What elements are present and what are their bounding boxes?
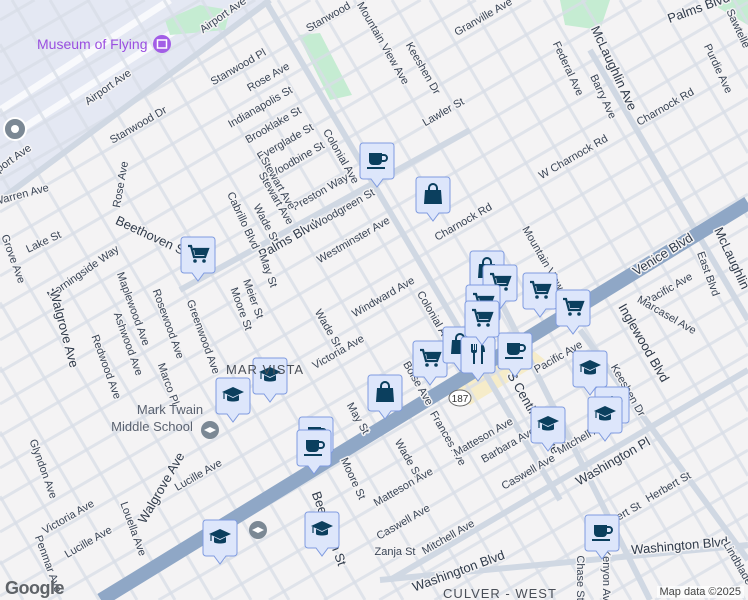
bag-marker[interactable]	[367, 374, 403, 420]
school-marker[interactable]	[215, 377, 251, 423]
map-data-credit[interactable]: Map data ©2025	[656, 586, 744, 598]
school-marker[interactable]	[202, 519, 238, 565]
coffee-marker[interactable]	[359, 142, 395, 188]
street-label: Lucille Ave	[63, 524, 114, 561]
map-base-layer: Airport AveAirport AveStanwood DrStanwoo…	[0, 0, 748, 600]
cart-marker[interactable]	[464, 300, 500, 346]
street-label: Granville Ave	[453, 0, 515, 39]
google-logo[interactable]: Google	[5, 578, 65, 599]
cart-marker[interactable]	[555, 289, 591, 335]
school-marker[interactable]	[530, 406, 566, 452]
school-marker[interactable]	[252, 357, 288, 403]
coffee-marker[interactable]	[296, 429, 332, 475]
cart-marker[interactable]	[522, 272, 558, 318]
street-label: East Blvd	[694, 250, 721, 298]
coffee-marker[interactable]	[497, 332, 533, 378]
street-label: Stanwood	[304, 0, 352, 35]
street-label: Marco Pl	[155, 362, 181, 407]
school-marker[interactable]	[304, 511, 340, 557]
coffee-marker[interactable]	[584, 514, 620, 560]
street-label: Palms Blvd	[665, 0, 731, 26]
bag-marker[interactable]	[415, 176, 451, 222]
school-marker[interactable]	[587, 396, 623, 442]
street-label: Zanja St	[375, 546, 416, 558]
map-canvas[interactable]: Airport Ave Airport Ave Stanwood Dr Stanwoo…	[0, 0, 748, 600]
street-label: Keeshen Dr	[403, 40, 443, 97]
street-label: Grove Ave	[0, 233, 27, 285]
street-label: Venice Blvd	[630, 230, 696, 279]
cart-marker[interactable]	[180, 236, 216, 282]
street-label: Chase St	[574, 555, 586, 600]
